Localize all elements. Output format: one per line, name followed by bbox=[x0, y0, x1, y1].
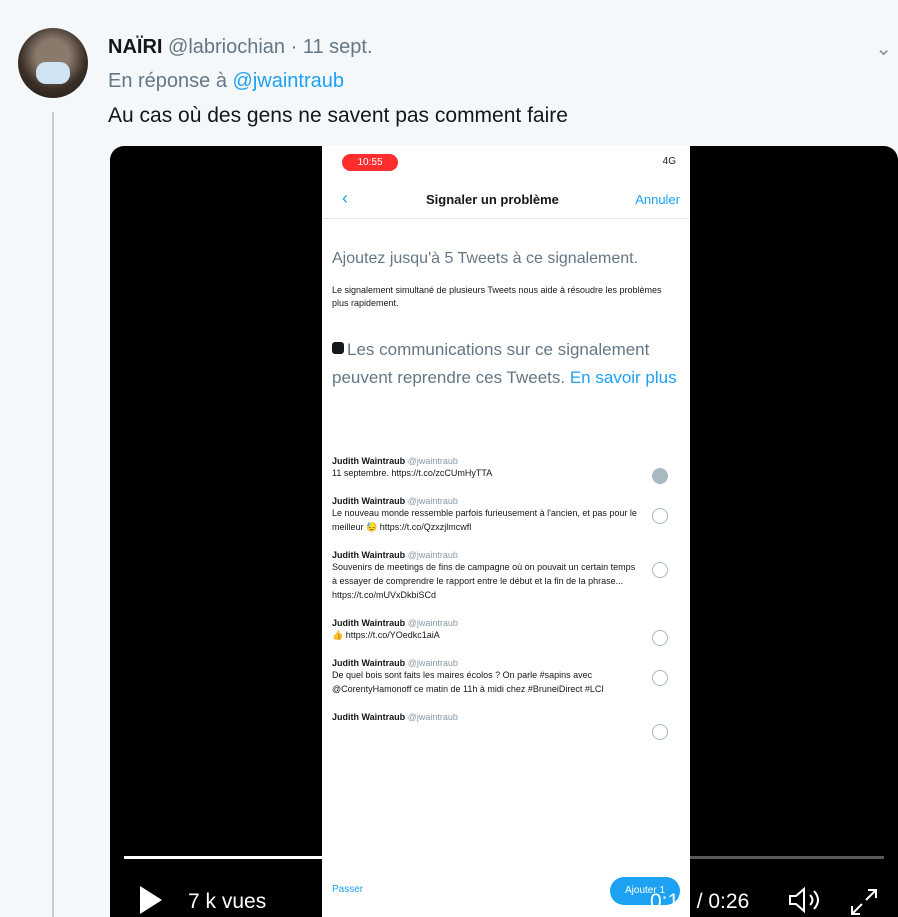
phone-tweet-body: 11 septembre. https://t.co/zcCUmHyTTA bbox=[332, 468, 493, 478]
phone-tweet-row: Judith Waintraub @jwaintraub bbox=[332, 712, 682, 740]
phone-tweet-author-name: Judith Waintraub bbox=[332, 496, 406, 506]
video-progress-fill bbox=[124, 856, 618, 859]
play-button[interactable] bbox=[118, 870, 178, 917]
phone-heading: Ajoutez jusqu'à 5 Tweets à ce signalemen… bbox=[332, 250, 639, 267]
reply-prefix: En réponse à bbox=[108, 70, 227, 92]
phone-tweet-handle: @jwaintraub bbox=[407, 496, 458, 506]
phone-tweet-row: Judith Waintraub @jwaintraub Souvenirs de… bbox=[332, 550, 682, 602]
tweet-date[interactable]: 11 sept. bbox=[303, 36, 373, 58]
phone-tweet-row: Judith Waintraub @jwaintraub 11 septembre… bbox=[332, 456, 682, 484]
phone-tweet-author: Judith Waintraub @jwaintraub bbox=[332, 658, 642, 668]
radio-icon bbox=[652, 670, 668, 686]
phone-tweet-handle: @jwaintraub bbox=[407, 658, 458, 668]
phone-notice-link: En savoir plus bbox=[569, 368, 677, 387]
thread-line bbox=[52, 112, 54, 917]
volume-icon[interactable] bbox=[786, 886, 826, 914]
status-time: 10:55 bbox=[342, 154, 398, 171]
phone-tweet-author-name: Judith Waintraub bbox=[332, 658, 406, 668]
phone-notice: Les communications sur ce signalement pe… bbox=[332, 336, 682, 392]
phone-nav-bar: ‹ Signaler un problème Annuler bbox=[322, 182, 690, 219]
phone-tweet-author: Judith Waintraub @jwaintraub bbox=[332, 618, 642, 628]
view-count: 7 k vues bbox=[188, 890, 267, 913]
video-timecode: 0:17 / 0:26 bbox=[650, 890, 750, 913]
phone-tweet-list: Judith Waintraub @jwaintraub 11 septembre… bbox=[332, 456, 682, 740]
author-avatar[interactable] bbox=[18, 28, 88, 98]
phone-tweet-row: Judith Waintraub @jwaintraub De quel bois… bbox=[332, 658, 682, 696]
phone-tweet-handle: @jwaintraub bbox=[407, 550, 458, 560]
radio-icon bbox=[652, 630, 668, 646]
checkbox-icon bbox=[332, 342, 344, 354]
video-progress-bar[interactable] bbox=[124, 856, 884, 859]
phone-tweet-body: Le nouveau monde ressemble parfois furie… bbox=[332, 508, 637, 532]
phone-tweet-body: Souvenirs de meetings de fins de campagn… bbox=[332, 562, 636, 600]
phone-tweet-body: De quel bois sont faits les maires écolo… bbox=[332, 670, 604, 694]
phone-tweet-author-name: Judith Waintraub bbox=[332, 618, 406, 628]
phone-tweet-author: Judith Waintraub @jwaintraub bbox=[332, 550, 642, 560]
phone-tweet-handle: @jwaintraub bbox=[407, 618, 458, 628]
tweet-text: Au cas où des gens ne savent pas comment… bbox=[108, 104, 568, 127]
phone-tweet-author: Judith Waintraub @jwaintraub bbox=[332, 496, 642, 506]
handle[interactable]: @labriochian bbox=[168, 36, 285, 58]
reply-mention-link[interactable]: @jwaintraub bbox=[233, 70, 344, 92]
phone-nav-cancel: Annuler bbox=[635, 192, 680, 207]
phone-tweet-author-name: Judith Waintraub bbox=[332, 550, 406, 560]
fullscreen-icon[interactable] bbox=[848, 886, 880, 917]
reply-context: En réponse à @jwaintraub bbox=[108, 70, 344, 93]
radio-icon bbox=[652, 724, 668, 740]
radio-icon bbox=[652, 508, 668, 524]
back-chevron-icon: ‹ bbox=[342, 188, 348, 208]
radio-icon bbox=[652, 468, 668, 484]
phone-tweet-author: Judith Waintraub @jwaintraub bbox=[332, 456, 642, 466]
phone-tweet-body: 👍 https://t.co/YOedkc1aiA bbox=[332, 630, 440, 640]
phone-footer-cancel: Passer bbox=[332, 884, 364, 895]
status-right: 4G bbox=[662, 156, 676, 167]
separator: · bbox=[290, 36, 298, 58]
phone-tweet-author-name: Judith Waintraub bbox=[332, 456, 406, 466]
phone-tweet-author-name: Judith Waintraub bbox=[332, 712, 406, 722]
tweet-header: NAÏRI @labriochian · 11 sept. bbox=[108, 36, 373, 59]
phone-status-bar: 10:55 4G bbox=[322, 146, 690, 176]
phone-tweet-handle: @jwaintraub bbox=[407, 712, 458, 722]
display-name[interactable]: NAÏRI bbox=[108, 36, 162, 58]
phone-nav-title: Signaler un problème bbox=[426, 192, 559, 207]
phone-tweet-handle: @jwaintraub bbox=[407, 456, 458, 466]
phone-subtext: Le signalement simultané de plusieurs Tw… bbox=[332, 285, 662, 308]
phone-tweet-row: Judith Waintraub @jwaintraub 👍 https://t.… bbox=[332, 618, 682, 646]
chevron-down-icon[interactable]: ⌄ bbox=[875, 36, 892, 61]
video-frame-phone-screen: 10:55 4G ‹ Signaler un problème Annuler … bbox=[322, 146, 690, 917]
phone-tweet-row: Judith Waintraub @jwaintraub Le nouveau m… bbox=[332, 496, 682, 534]
radio-icon bbox=[652, 562, 668, 578]
video-player[interactable]: 10:55 4G ‹ Signaler un problème Annuler … bbox=[110, 146, 898, 917]
phone-tweet-author: Judith Waintraub @jwaintraub bbox=[332, 712, 642, 722]
